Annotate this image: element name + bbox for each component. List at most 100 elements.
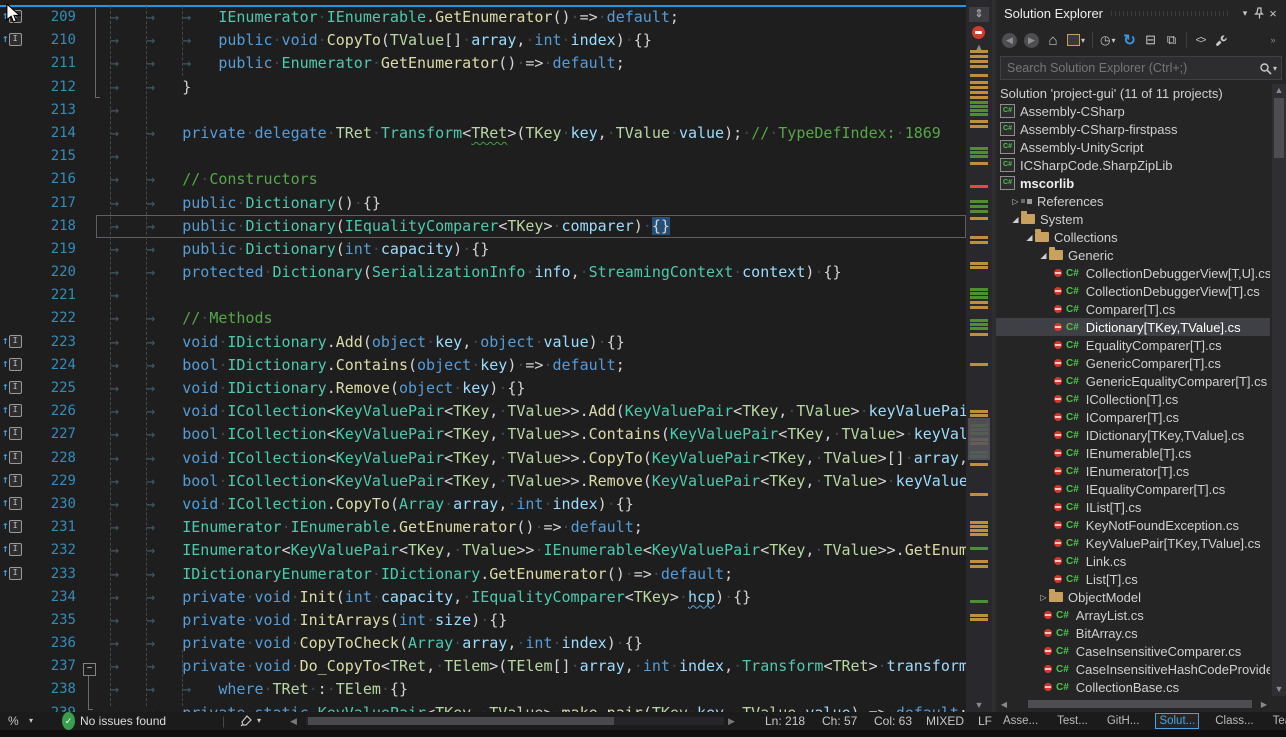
tree-scroll-right-icon[interactable]: ▶	[1258, 700, 1270, 709]
search-options-dropdown-icon[interactable]: ▾	[1273, 64, 1277, 73]
home-button[interactable]: ⌂	[1046, 30, 1060, 50]
tree-item-keyvaluepair-tkey-tvalue-cs[interactable]: C#KeyValuePair[TKey,TValue].cs	[996, 534, 1270, 552]
tree-item-equalitycomparer-t-cs[interactable]: C#EqualityComparer[T].cs	[996, 336, 1270, 354]
tree-item-collectiondebuggerview-t-cs[interactable]: C#CollectionDebuggerView[T].cs	[996, 282, 1270, 300]
override-indicator-icon[interactable]: ↑I	[2, 496, 28, 512]
forward-button[interactable]: ▶	[1024, 33, 1039, 48]
tree-item-link-cs[interactable]: C#Link.cs	[996, 552, 1270, 570]
tree-scroll-left-icon[interactable]: ◀	[998, 700, 1010, 709]
code-line-215[interactable]: 215→	[0, 145, 992, 168]
code-line-217[interactable]: 217→→public·Dictionary()·{}	[0, 192, 992, 215]
tree-vertical-scrollbar-thumb[interactable]	[1274, 98, 1284, 158]
tree-item-ilist-t-cs[interactable]: C#IList[T].cs	[996, 498, 1270, 516]
solution-explorer-titlebar[interactable]: Solution Explorer ▾ ×	[996, 0, 1286, 26]
tree-item-collectionbase-cs[interactable]: C#CollectionBase.cs	[996, 678, 1270, 696]
tool-window-tab-test[interactable]: Test...	[1054, 714, 1091, 728]
health-check-icon[interactable]: ✓	[62, 712, 75, 730]
hscroll-right-icon[interactable]: ▶	[728, 712, 735, 730]
tree-scroll-up-icon[interactable]: ▲	[1272, 85, 1286, 95]
formatting-dropdown-icon[interactable]: ▾	[257, 712, 261, 730]
tree-item-assembly-unityscript[interactable]: C#Assembly-UnityScript	[996, 138, 1270, 156]
override-indicator-icon[interactable]: ↑I	[2, 426, 28, 442]
code-line-221[interactable]: 221→	[0, 284, 992, 307]
expander-expanded-icon[interactable]: ◢	[1010, 215, 1021, 224]
hscroll-left-icon[interactable]: ◀	[290, 712, 297, 730]
code-line-229[interactable]: ↑I229→→bool·ICollection<KeyValuePair<TKe…	[0, 470, 992, 493]
tree-item-collectiondebuggerview-t-u-cs[interactable]: C#CollectionDebuggerView[T,U].cs	[996, 264, 1270, 282]
tool-window-tab-solut[interactable]: Solut...	[1155, 713, 1199, 729]
tree-item-assembly-csharp[interactable]: C#Assembly-CSharp	[996, 102, 1270, 120]
tree-item-caseinsensitivecomparer-cs[interactable]: C#CaseInsensitiveComparer.cs	[996, 642, 1270, 660]
tree-item-generic[interactable]: ◢Generic	[996, 246, 1270, 264]
expander-collapsed-icon[interactable]: ▷	[1010, 197, 1021, 206]
override-indicator-icon[interactable]: ↑I	[2, 450, 28, 466]
expander-expanded-icon[interactable]: ◢	[1038, 251, 1049, 260]
code-line-235[interactable]: 235→→private·void·InitArrays(int·size)·{…	[0, 609, 992, 632]
code-line-224[interactable]: ↑I224→→bool·IDictionary.Contains(object·…	[0, 354, 992, 377]
code-line-230[interactable]: ↑I230→→void·ICollection.CopyTo(Array·arr…	[0, 493, 992, 516]
tree-item-ienumerable-t-cs[interactable]: C#IEnumerable[T].cs	[996, 444, 1270, 462]
tree-item-genericequalitycomparer-t-cs[interactable]: C#GenericEqualityComparer[T].cs	[996, 372, 1270, 390]
tree-item-list-t-cs[interactable]: C#List[T].cs	[996, 570, 1270, 588]
override-indicator-icon[interactable]: ↑I	[2, 32, 28, 48]
fold-collapse-button[interactable]: −	[83, 663, 96, 676]
code-line-226[interactable]: ↑I226→→void·ICollection<KeyValuePair<TKe…	[0, 400, 992, 423]
code-editor[interactable]: ↑I209→→→IEnumerator·IEnumerable.GetEnume…	[0, 0, 992, 712]
tree-item-references[interactable]: ▷References	[996, 192, 1270, 210]
tree-item-icollection-t-cs[interactable]: C#ICollection[T].cs	[996, 390, 1270, 408]
tree-item-bitarray-cs[interactable]: C#BitArray.cs	[996, 624, 1270, 642]
switch-views-button[interactable]: ▾	[1067, 30, 1085, 50]
code-line-227[interactable]: ↑I227→→bool·ICollection<KeyValuePair<TKe…	[0, 423, 992, 446]
line-indicator[interactable]: Ln: 218	[765, 712, 805, 730]
tree-item-system[interactable]: ◢System	[996, 210, 1270, 228]
encoding-indicator[interactable]: MIXED	[926, 712, 964, 730]
editor-horizontal-scrollbar-thumb[interactable]	[308, 717, 614, 725]
code-line-211[interactable]: 211→→→public·Enumerator·GetEnumerator()·…	[0, 52, 992, 75]
properties-wrench-button[interactable]	[1215, 30, 1229, 50]
tree-item-icomparer-t-cs[interactable]: C#IComparer[T].cs	[996, 408, 1270, 426]
code-line-228[interactable]: ↑I228→→void·ICollection<KeyValuePair<TKe…	[0, 447, 992, 470]
code-line-216[interactable]: 216→→//·Constructors	[0, 168, 992, 191]
code-line-233[interactable]: ↑I233→→IDictionaryEnumerator·IDictionary…	[0, 563, 992, 586]
code-line-223[interactable]: ↑I223→→void·IDictionary.Add(object·key,·…	[0, 331, 992, 354]
tree-item-assembly-csharp-firstpass[interactable]: C#Assembly-CSharp-firstpass	[996, 120, 1270, 138]
override-indicator-icon[interactable]: ↑I	[2, 542, 28, 558]
tool-window-tab-gith[interactable]: GitH...	[1104, 714, 1143, 728]
code-line-239[interactable]: 239→→private·static·KeyValuePair<TKey,·T…	[0, 702, 992, 712]
code-line-209[interactable]: ↑I209→→→IEnumerator·IEnumerable.GetEnume…	[0, 6, 992, 29]
tool-window-tab-tea[interactable]: Tea...	[1270, 714, 1286, 728]
zoom-dropdown-icon[interactable]: ▾	[29, 712, 33, 730]
code-line-238[interactable]: 238→→→where·TRet·:·TElem·{}	[0, 678, 992, 701]
code-line-231[interactable]: ↑I231→→IEnumerator·IEnumerable.GetEnumer…	[0, 516, 992, 539]
pending-changes-filter-button[interactable]: ◷▾	[1100, 30, 1116, 50]
tree-horizontal-scrollbar[interactable]: ◀ ▶	[998, 698, 1270, 710]
tree-item-ienumerator-t-cs[interactable]: C#IEnumerator[T].cs	[996, 462, 1270, 480]
char-indicator[interactable]: Ch: 57	[822, 712, 857, 730]
code-line-219[interactable]: 219→→public·Dictionary(int·capacity)·{}	[0, 238, 992, 261]
code-line-234[interactable]: 234→→private·void·Init(int·capacity,·IEq…	[0, 586, 992, 609]
override-indicator-icon[interactable]: ↑I	[2, 357, 28, 373]
tree-item-arraylist-cs[interactable]: C#ArrayList.cs	[996, 606, 1270, 624]
override-indicator-icon[interactable]: ↑I	[2, 473, 28, 489]
search-icon[interactable]	[1259, 62, 1272, 75]
expander-expanded-icon[interactable]: ◢	[1024, 233, 1035, 242]
scroll-down-arrow-icon[interactable]: ▼	[966, 700, 992, 710]
tree-item-collections[interactable]: ◢Collections	[996, 228, 1270, 246]
code-line-210[interactable]: ↑I210→→→public·void·CopyTo(TValue[]·arra…	[0, 29, 992, 52]
code-line-236[interactable]: 236→→private·void·CopyToCheck(Array·arra…	[0, 632, 992, 655]
code-line-214[interactable]: 214→→private·delegate·TRet·Transform<TRe…	[0, 122, 992, 145]
tree-scroll-down-icon[interactable]: ▼	[1272, 684, 1286, 694]
toolbar-overflow-icon[interactable]: »	[1266, 30, 1280, 50]
editor-split-handle[interactable]: ⇕	[969, 7, 989, 22]
tree-item-solution-project-gui-11-of-11-projects[interactable]: Solution 'project-gui' (11 of 11 project…	[996, 84, 1270, 102]
tool-window-tab-asse[interactable]: Asse...	[1000, 714, 1041, 728]
expander-collapsed-icon[interactable]: ▷	[1038, 593, 1049, 602]
sync-with-active-document-button[interactable]: ⧉	[1165, 30, 1179, 50]
code-line-220[interactable]: 220→→protected·Dictionary(SerializationI…	[0, 261, 992, 284]
tree-vertical-scrollbar[interactable]: ▲ ▼	[1272, 84, 1286, 696]
window-position-dropdown-icon[interactable]: ▾	[1238, 3, 1252, 23]
document-health-indicator-icon[interactable]	[972, 26, 985, 39]
code-line-237[interactable]: 237→→private·void·Do_CopyTo<TRet,·TElem>…	[0, 655, 992, 678]
code-line-222[interactable]: 222→→//·Methods	[0, 307, 992, 330]
pin-icon[interactable]	[1252, 3, 1266, 23]
